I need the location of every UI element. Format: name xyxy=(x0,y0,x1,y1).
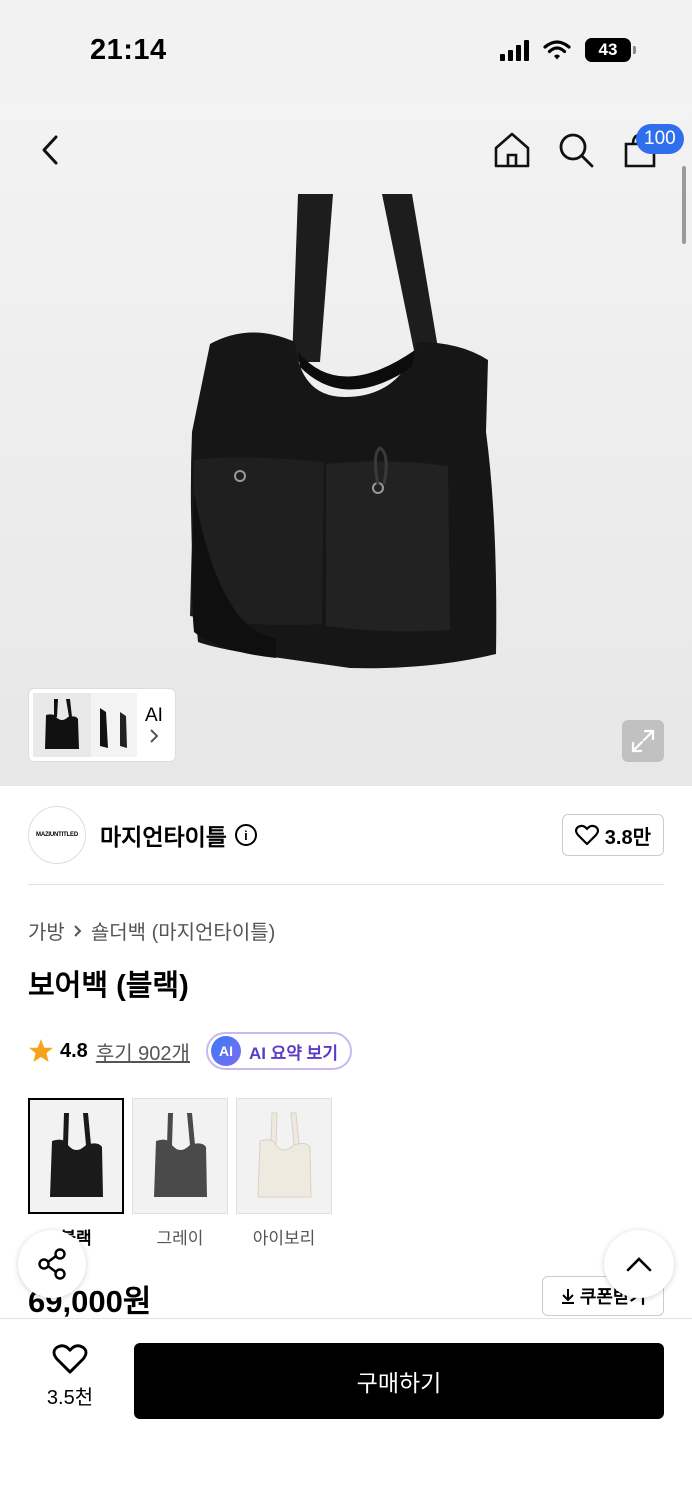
signal-icon xyxy=(500,39,529,61)
divider xyxy=(28,884,664,885)
bag-ivory-swatch xyxy=(257,1112,312,1198)
brand-logo[interactable]: MAZIUNTITLED xyxy=(28,806,86,864)
share-icon xyxy=(38,1248,66,1280)
search-button[interactable] xyxy=(554,128,598,172)
product-title: 보어백 (블랙) xyxy=(28,970,189,1002)
brand-name[interactable]: 마지언타이틀 xyxy=(100,818,227,852)
ai-summary-button[interactable]: AI AI 요약 보기 xyxy=(205,1032,352,1070)
battery-level: 43 xyxy=(598,40,618,59)
breadcrumb-category[interactable]: 가방 xyxy=(28,916,65,945)
color-option-black[interactable]: 블랙 xyxy=(28,1098,124,1249)
thumbnail-image[interactable] xyxy=(91,693,137,757)
back-button[interactable] xyxy=(30,130,70,170)
search-icon xyxy=(559,133,594,168)
brand-row[interactable]: MAZIUNTITLED 마지언타이틀 i 3.8만 xyxy=(28,806,664,864)
breadcrumb: 가방 숄더백 (마지언타이틀) xyxy=(28,916,275,945)
brand-like-count: 3.8만 xyxy=(604,826,651,849)
buy-button[interactable]: 구매하기 xyxy=(134,1343,664,1419)
cart-count-badge: 100 xyxy=(636,124,684,154)
review-link[interactable]: 후기 902개 xyxy=(96,1037,190,1066)
info-icon[interactable]: i xyxy=(234,824,257,846)
chevron-right-icon xyxy=(74,924,82,937)
home-icon xyxy=(494,132,530,168)
wishlist-button[interactable]: 3.5천 xyxy=(38,1343,102,1410)
chevron-up-icon xyxy=(626,1257,652,1272)
brand-like-button[interactable]: 3.8만 xyxy=(561,814,664,856)
back-icon xyxy=(42,135,58,165)
ai-summary-label: AI 요약 보기 xyxy=(248,1043,338,1063)
chevron-right-icon xyxy=(150,729,159,743)
bag-black-swatch xyxy=(50,1113,103,1197)
status-bar: 21:14 43 xyxy=(0,0,692,100)
breadcrumb-subcategory[interactable]: 숄더백 (마지언타이틀) xyxy=(91,916,275,945)
color-option-gray[interactable]: 그레이 xyxy=(132,1098,228,1249)
bag-gray-swatch xyxy=(154,1113,207,1197)
ai-view-link[interactable]: AI xyxy=(145,705,163,745)
scroll-top-button[interactable] xyxy=(604,1230,674,1298)
ai-badge-icon: AI xyxy=(210,1036,241,1066)
scroll-indicator xyxy=(682,166,686,244)
color-label: 그레이 xyxy=(156,1229,204,1248)
color-label: 아이보리 xyxy=(252,1229,316,1248)
ai-label: AI xyxy=(145,705,163,726)
product-image xyxy=(190,194,497,669)
battery-icon: 43 xyxy=(585,38,631,62)
bag-side-thumbnail-icon xyxy=(100,708,127,748)
status-icons: 43 xyxy=(500,38,636,62)
home-button[interactable] xyxy=(490,128,534,172)
bottom-action-bar: 3.5천 구매하기 xyxy=(0,1318,692,1500)
gallery-thumbnails[interactable]: AI xyxy=(28,688,176,762)
wishlist-count: 3.5천 xyxy=(46,1387,94,1409)
color-options: 블랙 그레이 아이보리 xyxy=(28,1098,332,1249)
wifi-icon xyxy=(543,40,571,60)
heart-icon xyxy=(52,1344,88,1374)
rating-row: 4.8 후기 902개 AI AI 요약 보기 xyxy=(28,1032,352,1070)
rating-score: 4.8 xyxy=(60,1039,88,1062)
color-option-ivory[interactable]: 아이보리 xyxy=(236,1098,332,1249)
status-time: 21:14 xyxy=(90,34,167,66)
thumbnail-image[interactable] xyxy=(33,693,91,757)
download-icon xyxy=(561,1289,574,1304)
expand-button[interactable] xyxy=(622,720,664,762)
expand-icon xyxy=(631,729,655,753)
star-icon xyxy=(29,1039,53,1062)
share-button[interactable] xyxy=(18,1230,86,1298)
bag-thumbnail-icon xyxy=(45,699,79,749)
product-gallery[interactable]: 100 AI xyxy=(0,100,692,786)
heart-icon xyxy=(574,824,599,846)
